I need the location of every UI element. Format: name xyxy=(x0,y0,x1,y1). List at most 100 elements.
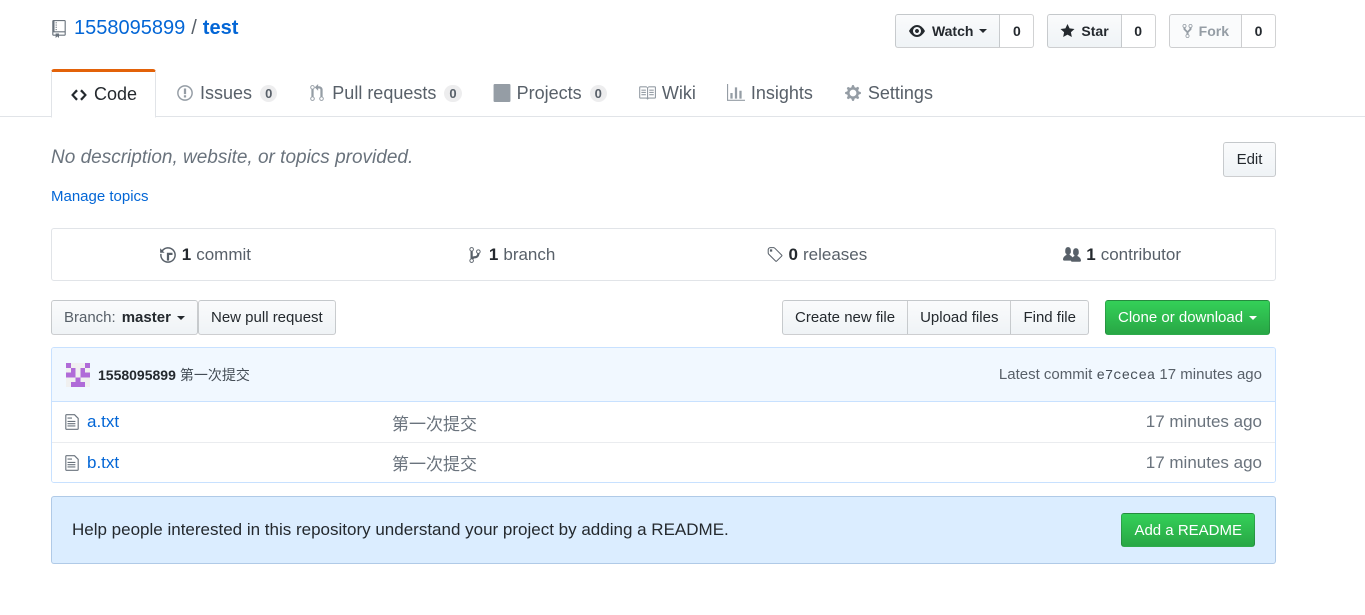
chevron-down-icon xyxy=(176,315,185,320)
tab-pull-requests-label: Pull requests xyxy=(332,82,437,103)
organization-icon xyxy=(1063,246,1082,262)
file-wrap: 1558095899 第一次提交 Latest commit e7cecea 1… xyxy=(51,347,1276,483)
releases-label: releases xyxy=(802,244,868,264)
branches-label: branch xyxy=(503,244,556,264)
star-icon xyxy=(1060,24,1075,37)
file-table: a.txt 第一次提交 17 minutes ago b.txt 第一次提交 1… xyxy=(52,402,1275,482)
issues-counter: 0 xyxy=(260,84,278,102)
git-pull-request-icon xyxy=(310,84,325,101)
contributors-label: contributor xyxy=(1100,244,1182,264)
tab-code-label: Code xyxy=(94,84,138,104)
edit-description-button[interactable]: Edit xyxy=(1223,142,1276,177)
tab-settings-label: Settings xyxy=(867,82,933,103)
git-branch-icon xyxy=(469,246,481,263)
file-icon xyxy=(65,414,79,430)
clone-label: Clone or download xyxy=(1118,309,1244,326)
repo-icon xyxy=(52,19,66,38)
star-count[interactable]: 0 xyxy=(1121,14,1156,48)
create-new-file-button[interactable]: Create new file xyxy=(782,300,909,335)
branch-select-button[interactable]: Branch: master xyxy=(51,300,198,335)
file-age: 17 minutes ago xyxy=(1145,452,1262,472)
projects-counter: 0 xyxy=(589,84,607,102)
table-row: b.txt 第一次提交 17 minutes ago xyxy=(52,442,1275,482)
commit-message[interactable]: 第一次提交 xyxy=(180,365,250,385)
upload-files-button[interactable]: Upload files xyxy=(907,300,1012,335)
code-icon xyxy=(71,88,87,101)
file-name-link[interactable]: a.txt xyxy=(87,412,392,432)
star-label: Star xyxy=(1081,23,1109,39)
branch-prefix: Branch: xyxy=(64,309,116,326)
graph-icon xyxy=(726,84,745,101)
commit-tease: 1558095899 第一次提交 Latest commit e7cecea 1… xyxy=(52,348,1275,402)
pagehead-actions: Watch 0 Star 0 Fork 0 xyxy=(894,14,1276,48)
fork-icon xyxy=(1182,23,1193,39)
tab-code[interactable]: Code xyxy=(51,69,157,118)
branch-name: master xyxy=(121,309,171,326)
eye-icon xyxy=(908,25,925,37)
issue-opened-icon xyxy=(177,85,193,101)
tab-insights-label: Insights xyxy=(750,82,813,103)
repo-owner-link[interactable]: 1558095899 xyxy=(74,17,185,40)
commits-count: 1 xyxy=(181,244,192,264)
tab-projects[interactable]: Projects 0 xyxy=(473,69,618,117)
tab-issues[interactable]: Issues 0 xyxy=(156,69,288,117)
repo-description: No description, website, or topics provi… xyxy=(51,147,414,168)
file-age: 17 minutes ago xyxy=(1145,412,1262,431)
fork-count[interactable]: 0 xyxy=(1242,14,1276,48)
readme-prompt-text: Help people interested in this repositor… xyxy=(72,520,729,539)
fork-label: Fork xyxy=(1198,23,1229,39)
contributors-count: 1 xyxy=(1086,244,1096,264)
readme-prompt: Help people interested in this repositor… xyxy=(51,496,1276,564)
history-icon xyxy=(159,246,176,263)
commit-age: 17 minutes ago xyxy=(1159,365,1262,383)
file-name-link[interactable]: b.txt xyxy=(87,453,392,473)
tag-icon xyxy=(767,246,782,262)
file-icon xyxy=(65,454,79,471)
tab-wiki-label: Wiki xyxy=(661,82,696,103)
watch-label: Watch xyxy=(931,23,974,39)
repo-nav: Code Issues 0 Pull requests 0 Projects 0… xyxy=(51,69,944,118)
watch-button[interactable]: Watch xyxy=(894,14,1001,48)
commit-sha[interactable]: e7cecea xyxy=(1096,368,1155,384)
tab-issues-label: Issues xyxy=(200,82,253,103)
tab-pull-requests[interactable]: Pull requests 0 xyxy=(288,69,472,117)
releases-summary[interactable]: 0 releases xyxy=(664,229,970,280)
repo-name-link[interactable]: test xyxy=(203,17,239,40)
tab-settings[interactable]: Settings xyxy=(824,69,944,117)
commits-label: commit xyxy=(196,244,251,264)
watch-group: Watch 0 xyxy=(894,14,1035,48)
chevron-down-icon xyxy=(1249,315,1258,320)
avatar[interactable] xyxy=(66,362,90,387)
star-button[interactable]: Star xyxy=(1047,14,1122,48)
new-pull-request-button[interactable]: New pull request xyxy=(198,300,336,335)
find-file-button[interactable]: Find file xyxy=(1010,300,1089,335)
add-readme-button[interactable]: Add a README xyxy=(1121,513,1255,547)
contributors-summary[interactable]: 1 contributor xyxy=(969,229,1275,280)
repo-title: 1558095899 / test xyxy=(51,17,238,40)
commit-author[interactable]: 1558095899 xyxy=(98,367,176,383)
book-icon xyxy=(638,86,656,100)
chevron-down-icon xyxy=(979,29,988,33)
branches-summary[interactable]: 1 branch xyxy=(358,229,664,280)
star-group: Star 0 xyxy=(1047,14,1156,48)
file-commit-message[interactable]: 第一次提交 xyxy=(392,450,477,475)
numbers-summary: 1 commit 1 branch 0 releases 1 contribut… xyxy=(51,228,1276,281)
repo-header: 1558095899 / test Watch 0 Star 0 Fork 0 xyxy=(0,0,1365,118)
repo-path-separator: / xyxy=(191,17,197,39)
pulls-counter: 0 xyxy=(444,84,462,102)
branches-count: 1 xyxy=(488,244,499,264)
watch-count[interactable]: 0 xyxy=(1000,14,1035,48)
fork-button[interactable]: Fork xyxy=(1168,14,1242,48)
file-actions-group: Create new file Upload files Find file xyxy=(782,300,1089,335)
file-commit-message[interactable]: 第一次提交 xyxy=(392,410,477,435)
table-row: a.txt 第一次提交 17 minutes ago xyxy=(52,402,1275,442)
commit-meta: Latest commit e7cecea 17 minutes ago xyxy=(999,366,1262,384)
gear-icon xyxy=(845,85,861,101)
manage-topics-link[interactable]: Manage topics xyxy=(51,188,149,205)
tab-projects-label: Projects xyxy=(516,82,582,103)
latest-commit-label: Latest commit xyxy=(998,365,1093,383)
clone-or-download-button[interactable]: Clone or download xyxy=(1105,300,1271,335)
tab-insights[interactable]: Insights xyxy=(707,69,824,117)
tab-wiki[interactable]: Wiki xyxy=(618,69,707,117)
commits-summary[interactable]: 1 commit xyxy=(52,229,358,280)
